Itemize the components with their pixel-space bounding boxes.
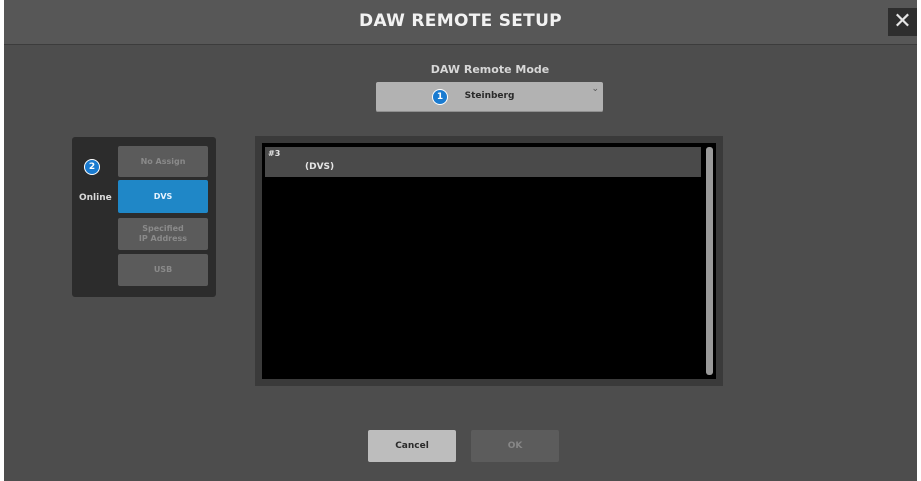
specified-ip-address-button[interactable]: Specified IP Address (118, 218, 208, 250)
list-item[interactable]: #3 (DVS) (265, 147, 701, 177)
ok-button[interactable]: OK (471, 430, 559, 462)
daw-remote-mode-select[interactable]: Steinberg ⌄ (376, 82, 603, 112)
daw-remote-setup-dialog: DAW REMOTE SETUP ✕ DAW Remote Mode Stein… (4, 0, 917, 481)
daw-remote-mode-value: Steinberg (464, 91, 515, 101)
dvs-button[interactable]: DVS (118, 180, 208, 213)
chevron-down-icon: ⌄ (591, 84, 599, 94)
usb-button[interactable]: USB (118, 254, 208, 286)
close-icon: ✕ (893, 9, 912, 34)
device-id: #3 (268, 149, 281, 158)
cancel-button[interactable]: Cancel (368, 430, 456, 462)
dialog-title: DAW REMOTE SETUP (359, 11, 562, 31)
online-status-label: Online (79, 193, 112, 203)
device-list: #3 (DVS) (255, 136, 723, 386)
scrollbar[interactable] (706, 147, 713, 375)
no-assign-button[interactable]: No Assign (118, 146, 208, 177)
title-bar: DAW REMOTE SETUP ✕ (4, 0, 917, 45)
close-button[interactable]: ✕ (888, 8, 917, 36)
daw-remote-mode-label: DAW Remote Mode (430, 63, 550, 76)
device-name: (DVS) (305, 162, 335, 172)
callout-marker-1: 1 (432, 89, 448, 105)
connection-type-panel: 2 Online No Assign DVS Specified IP Addr… (72, 137, 216, 297)
scrollbar-thumb[interactable] (706, 147, 713, 375)
callout-marker-2: 2 (84, 159, 100, 175)
